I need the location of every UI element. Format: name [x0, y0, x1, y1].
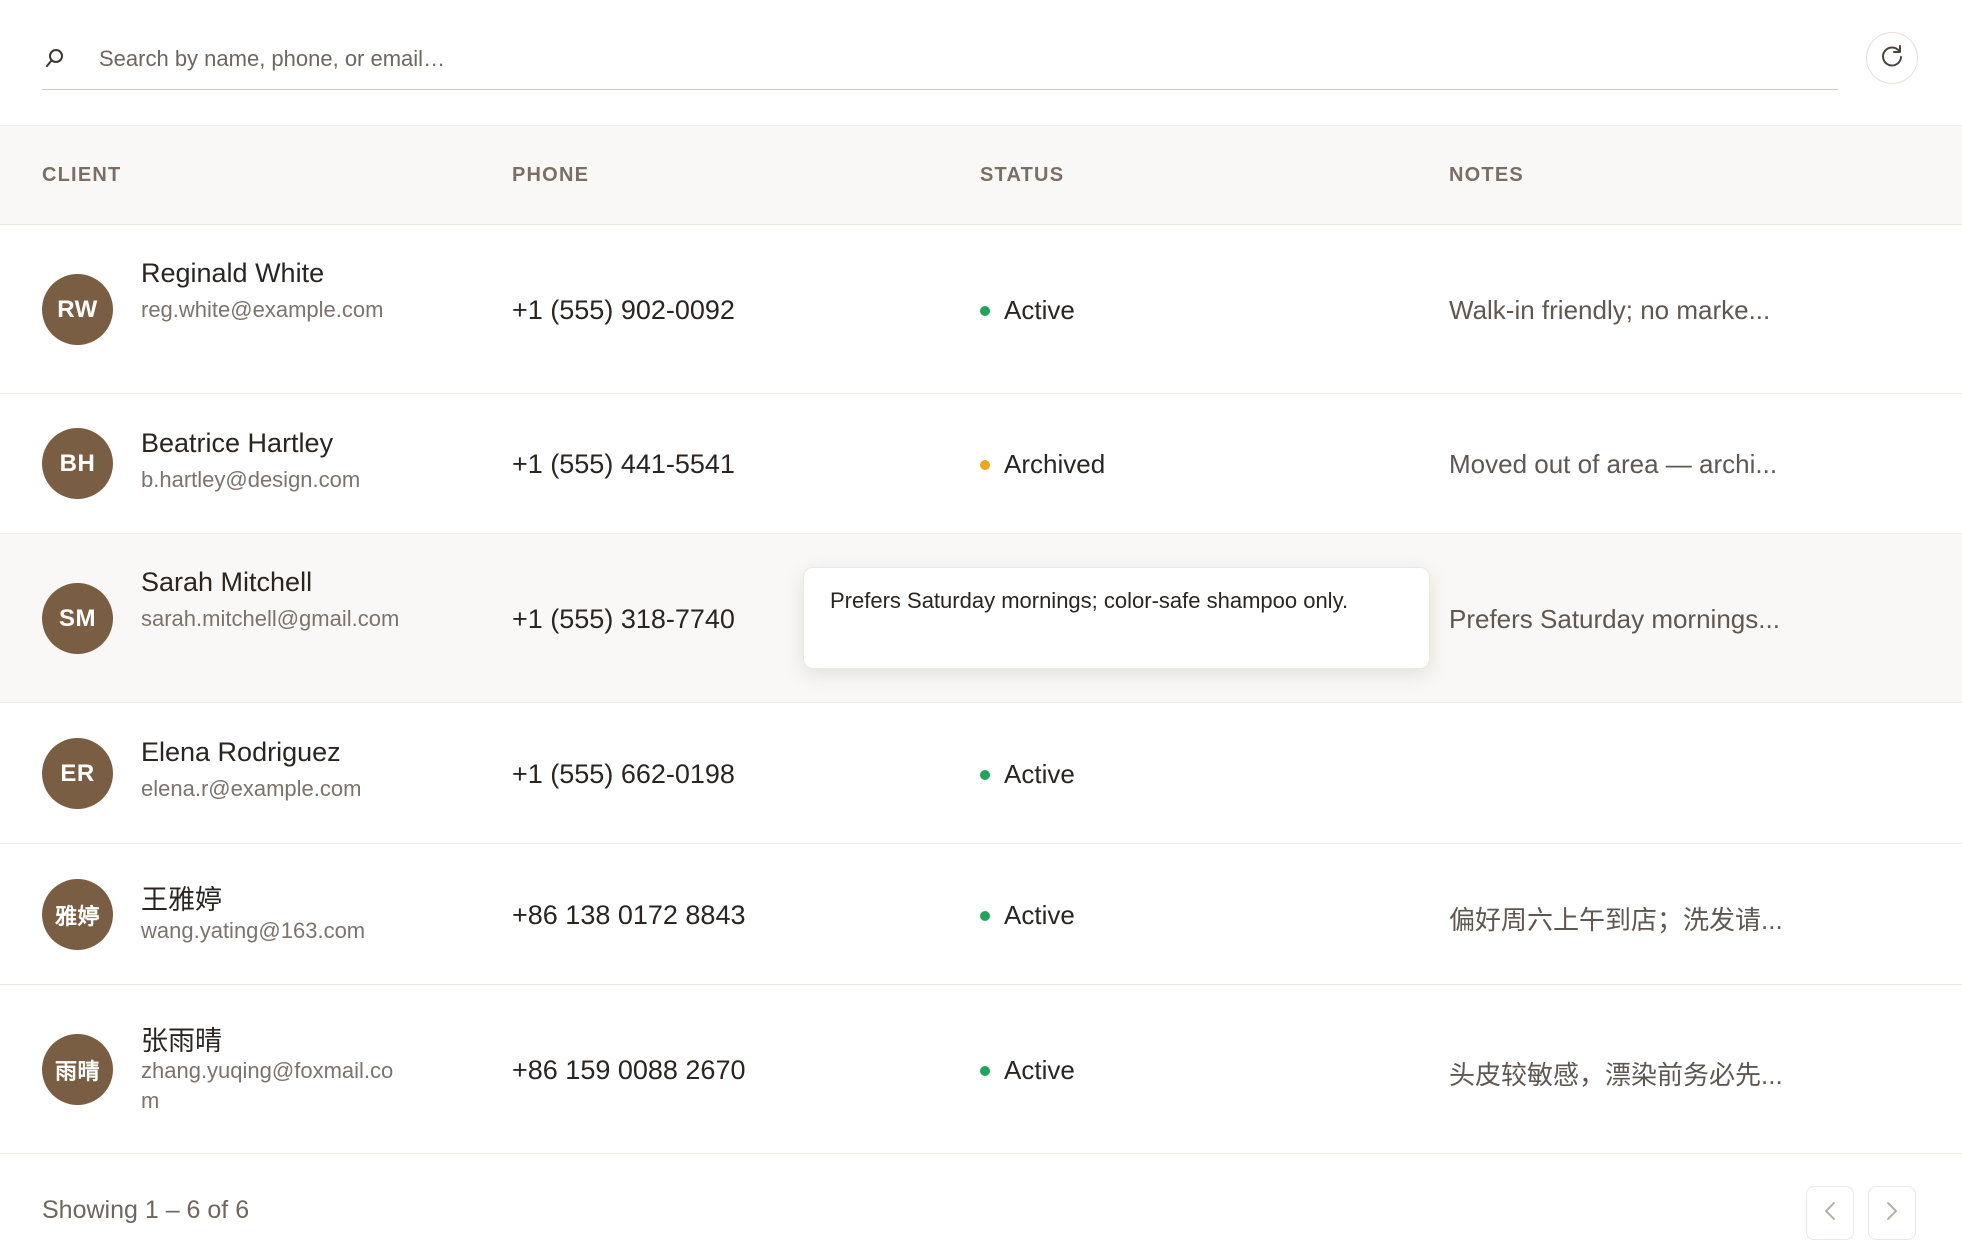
client-phone: +86 159 0088 2670 [512, 1055, 746, 1085]
search-field [42, 30, 1838, 90]
search-bar [0, 0, 1962, 125]
avatar: RW [42, 274, 113, 345]
status-dot [980, 459, 990, 470]
client-name: 王雅婷 [141, 885, 222, 915]
client-email: reg.white@example.com [141, 297, 384, 322]
client-phone: +1 (555) 441-5541 [512, 449, 735, 479]
next-page-button[interactable] [1868, 1186, 1916, 1240]
status-badge: Active [980, 759, 1075, 790]
client-email: elena.r@example.com [141, 776, 362, 801]
pagination-summary: Showing 1 – 6 of 6 [42, 1196, 250, 1224]
client-name: Sarah Mitchell [141, 567, 313, 597]
status-badge: Active [980, 1055, 1075, 1086]
column-header-status[interactable]: STATUS [980, 164, 1064, 187]
status-badge: Archived [980, 449, 1105, 480]
avatar: 雨晴 [42, 1034, 113, 1105]
column-header-phone[interactable]: PHONE [512, 164, 589, 187]
avatar: SM [42, 583, 113, 654]
client-name: Reginald White [141, 258, 325, 288]
chevron-left-icon [1823, 1200, 1837, 1227]
status-badge: Active [980, 295, 1075, 326]
refresh-button[interactable] [1866, 32, 1918, 84]
search-input[interactable] [99, 30, 1799, 88]
table-row[interactable]: 雅婷 王雅婷 wang.yating@163.com +86 138 0172 … [0, 844, 1962, 985]
client-phone: +86 138 0172 8843 [512, 900, 746, 930]
client-notes[interactable]: Moved out of area — archi... [1449, 449, 1777, 480]
client-phone: +1 (555) 318-7740 [512, 604, 735, 634]
table-header: CLIENT PHONE STATUS NOTES [0, 125, 1962, 225]
status-label: Archived [1004, 449, 1106, 479]
table-row[interactable]: ER Elena Rodriguez elena.r@example.com +… [0, 703, 1962, 844]
status-dot [980, 769, 990, 780]
search-icon [44, 46, 68, 74]
status-dot [980, 305, 990, 316]
column-header-client[interactable]: CLIENT [42, 164, 121, 187]
chevron-right-icon [1885, 1200, 1899, 1227]
client-name: 张雨晴 [141, 1026, 222, 1056]
client-email: b.hartley@design.com [141, 467, 361, 492]
avatar: BH [42, 428, 113, 499]
client-notes[interactable]: 偏好周六上午到店；洗发请... [1449, 900, 1783, 937]
client-notes[interactable]: Prefers Saturday mornings... [1449, 604, 1780, 635]
client-notes[interactable]: Walk-in friendly; no marke... [1449, 295, 1770, 326]
status-dot [980, 1065, 990, 1076]
notes-tooltip: Prefers Saturday mornings; color-safe sh… [803, 567, 1430, 669]
table-footer: Showing 1 – 6 of 6 [0, 1154, 1962, 1258]
status-dot [980, 910, 990, 921]
status-label: Active [1004, 759, 1075, 789]
prev-page-button[interactable] [1806, 1186, 1854, 1240]
table-row[interactable]: 雨晴 张雨晴 zhang.yuqing@foxmail.com +86 159 … [0, 985, 1962, 1154]
client-phone: +1 (555) 902-0092 [512, 295, 735, 325]
status-label: Active [1004, 1055, 1075, 1085]
client-email: sarah.mitchell@gmail.com [141, 606, 400, 631]
client-name: Beatrice Hartley [141, 428, 334, 458]
refresh-icon [1879, 43, 1905, 74]
client-notes[interactable]: 头皮较敏感，漂染前务必先... [1449, 1055, 1783, 1092]
client-email: wang.yating@163.com [141, 918, 366, 943]
client-email: zhang.yuqing@foxmail.com [141, 1058, 394, 1113]
status-label: Active [1004, 900, 1075, 930]
client-name: Elena Rodriguez [141, 737, 341, 767]
table-row[interactable]: RW Reginald White reg.white@example.com … [0, 225, 1962, 394]
status-badge: Active [980, 900, 1075, 931]
avatar: ER [42, 738, 113, 809]
client-phone: +1 (555) 662-0198 [512, 759, 735, 789]
table-row[interactable]: BH Beatrice Hartley b.hartley@design.com… [0, 394, 1962, 534]
status-label: Active [1004, 295, 1075, 325]
avatar: 雅婷 [42, 879, 113, 950]
column-header-notes[interactable]: NOTES [1449, 164, 1524, 187]
